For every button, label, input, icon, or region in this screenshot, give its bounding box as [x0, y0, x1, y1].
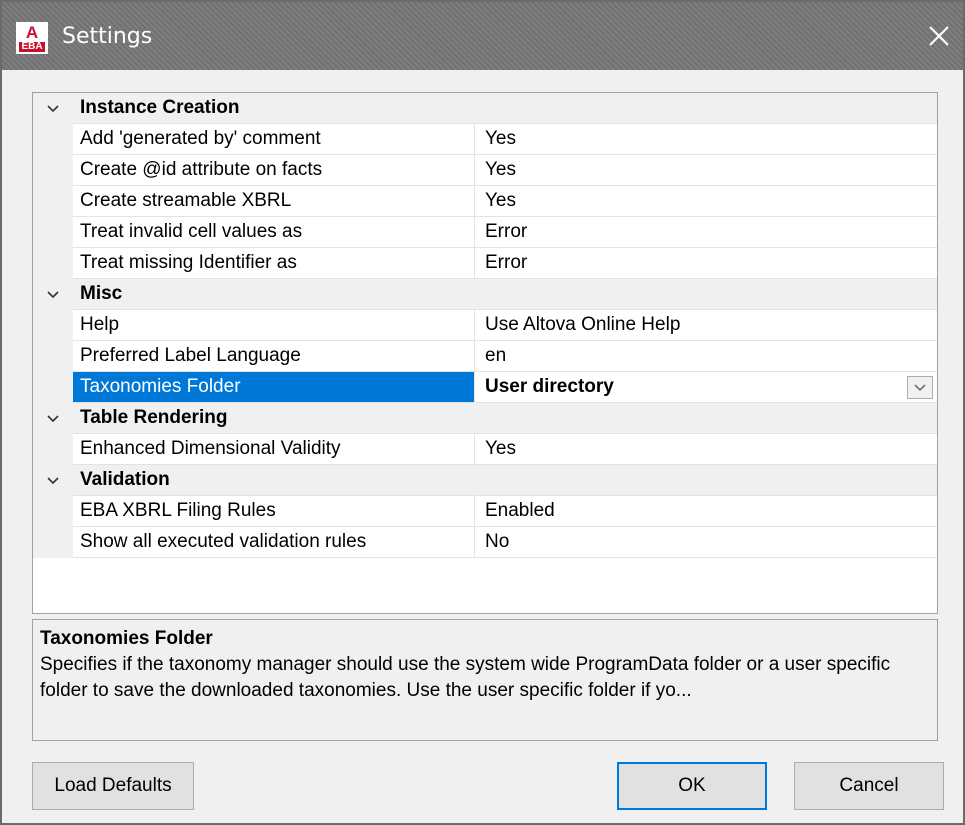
property-row[interactable]: EBA XBRL Filing Rules Enabled [33, 496, 937, 527]
property-row[interactable]: Show all executed validation rules No [33, 527, 937, 558]
chevron-down-icon[interactable] [33, 403, 73, 434]
cancel-button[interactable]: Cancel [794, 762, 944, 810]
property-row[interactable]: Add 'generated by' comment Yes [33, 124, 937, 155]
dropdown-button[interactable] [907, 376, 933, 399]
category-table-rendering[interactable]: Table Rendering [33, 403, 937, 434]
property-row[interactable]: Preferred Label Language en [33, 341, 937, 372]
eba-icon: A EBA [16, 22, 48, 54]
category-label: Misc [73, 279, 475, 310]
property-name: Preferred Label Language [73, 341, 475, 372]
help-panel: Taxonomies Folder Specifies if the taxon… [32, 619, 938, 741]
category-value-blank [475, 403, 937, 434]
property-name: Enhanced Dimensional Validity [73, 434, 475, 465]
property-value[interactable]: Enabled [475, 496, 937, 527]
category-value-blank [475, 93, 937, 124]
category-label: Table Rendering [73, 403, 475, 434]
property-grid[interactable]: Instance Creation Add 'generated by' com… [32, 92, 938, 614]
property-name: Help [73, 310, 475, 341]
property-value[interactable]: Error [475, 248, 937, 279]
select-value: User directory [485, 376, 614, 397]
property-value-select[interactable]: User directory [475, 372, 937, 403]
property-value[interactable]: Yes [475, 186, 937, 217]
property-name: Create @id attribute on facts [73, 155, 475, 186]
help-description: Specifies if the taxonomy manager should… [40, 654, 891, 701]
property-value[interactable]: Yes [475, 434, 937, 465]
chevron-down-icon[interactable] [33, 465, 73, 496]
chevron-down-icon[interactable] [33, 93, 73, 124]
load-defaults-button[interactable]: Load Defaults [32, 762, 194, 810]
property-value[interactable]: No [475, 527, 937, 558]
chevron-down-icon[interactable] [33, 279, 73, 310]
property-value[interactable]: Error [475, 217, 937, 248]
help-title: Taxonomies Folder [40, 628, 213, 649]
category-misc[interactable]: Misc [33, 279, 937, 310]
property-row[interactable]: Enhanced Dimensional Validity Yes [33, 434, 937, 465]
title-bar[interactable]: A EBA Settings [2, 2, 963, 70]
settings-dialog: A EBA Settings Instance Creation Add 'gen… [0, 0, 965, 825]
property-name: Add 'generated by' comment [73, 124, 475, 155]
property-name: Taxonomies Folder [73, 372, 475, 403]
property-name: EBA XBRL Filing Rules [73, 496, 475, 527]
chevron-down-icon [914, 384, 926, 391]
property-row[interactable]: Treat invalid cell values as Error [33, 217, 937, 248]
category-label: Validation [73, 465, 475, 496]
property-name: Treat missing Identifier as [73, 248, 475, 279]
property-row[interactable]: Create streamable XBRL Yes [33, 186, 937, 217]
property-row[interactable]: Treat missing Identifier as Error [33, 248, 937, 279]
property-name: Create streamable XBRL [73, 186, 475, 217]
ok-button[interactable]: OK [617, 762, 767, 810]
property-value[interactable]: Yes [475, 155, 937, 186]
category-instance-creation[interactable]: Instance Creation [33, 93, 937, 124]
property-value[interactable]: Use Altova Online Help [475, 310, 937, 341]
property-name: Treat invalid cell values as [73, 217, 475, 248]
property-value[interactable]: Yes [475, 124, 937, 155]
close-icon [929, 26, 949, 46]
close-button[interactable] [919, 16, 959, 56]
property-name: Show all executed validation rules [73, 527, 475, 558]
category-validation[interactable]: Validation [33, 465, 937, 496]
property-row-selected[interactable]: Taxonomies Folder User directory [33, 372, 937, 403]
category-value-blank [475, 465, 937, 496]
category-label: Instance Creation [73, 93, 475, 124]
category-value-blank [475, 279, 937, 310]
window-title: Settings [62, 24, 153, 49]
property-row[interactable]: Create @id attribute on facts Yes [33, 155, 937, 186]
property-value[interactable]: en [475, 341, 937, 372]
property-row[interactable]: Help Use Altova Online Help [33, 310, 937, 341]
